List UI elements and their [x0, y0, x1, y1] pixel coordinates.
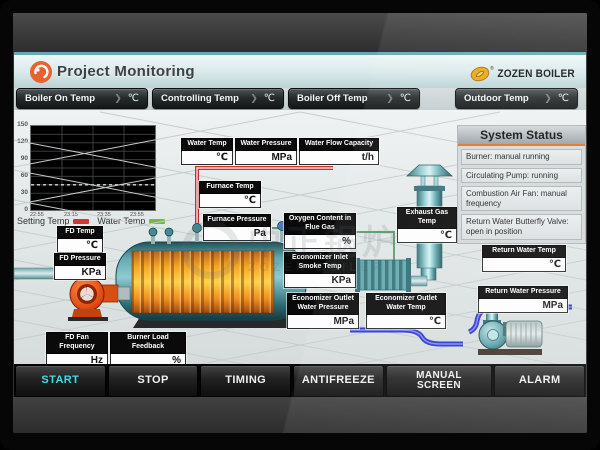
boiler-drum: [116, 242, 306, 320]
brand-name: ZOZEN BOILER: [497, 68, 575, 80]
gauge-return-water-temp: Return Water Temp℃: [482, 245, 566, 272]
status-combustion-air-fan: Combustion Air Fan: manual frequency: [461, 186, 582, 211]
nav-alarm-button[interactable]: ALARM: [494, 365, 585, 397]
bottom-nav: START STOP TIMING ANTIFREEZE MANUAL SCRE…: [14, 364, 586, 397]
hmi-screen: Project Monitoring ® ZOZEN BOILER Boiler…: [13, 13, 587, 433]
registered-mark: ®: [490, 66, 494, 72]
gauge-furnace-pressure: Furnace PressurePa: [203, 214, 271, 241]
nav-manual-screen-button[interactable]: MANUAL SCREEN: [386, 365, 493, 397]
gauge-fd-pressure: FD PressureKPa: [54, 253, 106, 280]
chevron-icon: ❯: [386, 93, 396, 104]
gauge-exhaust-gas-temp: Exhaust Gas Temp℃: [397, 207, 457, 243]
status-return-water-valve: Return Water Butterfly Valve: open in po…: [461, 214, 582, 239]
chevron-icon: ❯: [114, 93, 124, 104]
process-mimic-area: 150 120 90 60 30 0 22:55 23:15 23:35 23:…: [14, 110, 586, 364]
gauge-oxygen-content: Oxygen Content in Flue Gas%: [284, 213, 356, 249]
outdoor-temp-button[interactable]: Outdoor Temp❯℃: [455, 88, 578, 109]
gauge-burner-load-feedback: Burner Load Feedback%: [110, 332, 186, 364]
controlling-temp-button[interactable]: Controlling Temp❯℃: [152, 88, 284, 109]
status-circulating-pump: Circulating Pump: running: [461, 168, 582, 184]
boiler-off-temp-button[interactable]: Boiler Off Temp❯℃: [288, 88, 420, 109]
chevron-icon: ❯: [544, 93, 554, 104]
boiler-on-temp-button[interactable]: Boiler On Temp❯℃: [16, 88, 148, 109]
system-status-panel: System Status Burner: manual running Cir…: [457, 125, 586, 244]
chevron-icon: ❯: [250, 93, 260, 104]
screen-top-strip: [13, 13, 587, 52]
device-frame: Project Monitoring ® ZOZEN BOILER Boiler…: [0, 0, 600, 450]
gauge-fd-fan-frequency: FD Fan FrequencyHz: [46, 332, 108, 364]
gauge-fd-temp: FD Temp℃: [57, 226, 103, 253]
gauge-water-pressure: Water PressureMPa: [235, 138, 297, 165]
gauge-economizer-outlet-water-pressure: Economizer Outlet Water PressureMPa: [287, 293, 359, 329]
status-burner: Burner: manual running: [461, 149, 582, 165]
gauge-water-flow-capacity: Water Flow Capacityt/h: [299, 138, 379, 165]
gauge-economizer-inlet-smoke-temp: Economizer Inlet Smoke TempKPa: [284, 252, 356, 288]
zozen-logo-icon: [470, 64, 490, 84]
gauge-economizer-outlet-water-temp: Economizer Outlet Water Temp℃: [366, 293, 446, 329]
system-status-title: System Status: [458, 126, 585, 146]
gauge-return-water-pressure: Return Water PressureMPa: [478, 286, 568, 313]
header-bar: Project Monitoring ® ZOZEN BOILER: [14, 52, 586, 88]
app-logo-icon: [29, 60, 53, 89]
brand-logo: ® ZOZEN BOILER: [470, 64, 578, 84]
gauge-furnace-temp: Furnace Temp℃: [199, 181, 261, 208]
screen-bottom-strip: [13, 397, 587, 433]
page-title: Project Monitoring: [57, 63, 195, 80]
nav-antifreeze-button[interactable]: ANTIFREEZE: [293, 365, 384, 397]
gauge-water-temp: Water Temp℃: [181, 138, 233, 165]
nav-timing-button[interactable]: TIMING: [200, 365, 291, 397]
nav-start-button[interactable]: START: [15, 365, 106, 397]
nav-stop-button[interactable]: STOP: [108, 365, 199, 397]
